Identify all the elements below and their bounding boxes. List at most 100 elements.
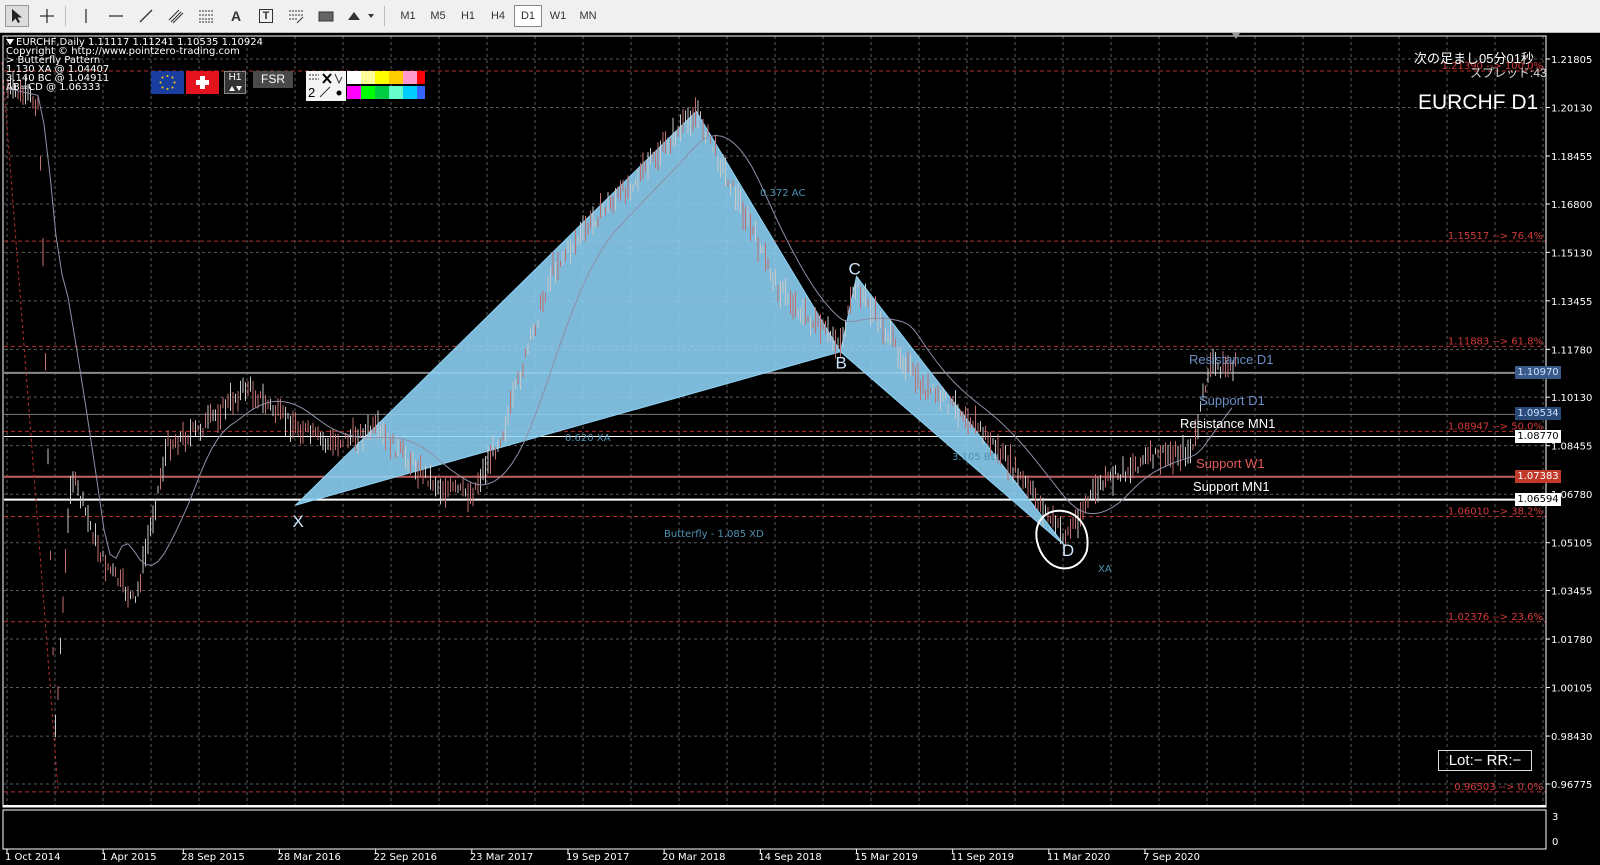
- date-tick-label: 15 Mar 2019: [854, 852, 917, 863]
- pattern-triangle-bcd: [839, 275, 1066, 547]
- color-swatch[interactable]: [361, 86, 375, 99]
- pattern-triangle-xab: [295, 110, 842, 506]
- date-tick-label: 28 Sep 2015: [181, 852, 244, 863]
- color-swatch[interactable]: [375, 71, 389, 84]
- trendline-icon[interactable]: [134, 5, 158, 27]
- crosshair-icon[interactable]: [35, 5, 59, 27]
- fib-label: 1.11883 --> 61.8%: [1448, 336, 1543, 347]
- pattern-ratio-label: 0.620 XA: [565, 433, 611, 444]
- timeframe-button-h4[interactable]: H4: [484, 5, 512, 27]
- date-tick-label: 7 Sep 2020: [1143, 852, 1200, 863]
- pattern-point-label: X: [293, 512, 304, 531]
- ratio-line-3: AB=CD @ 1.06333: [6, 82, 101, 93]
- pattern-ratio-label: XA: [1098, 564, 1112, 575]
- color-swatch[interactable]: [389, 71, 403, 84]
- h1-label: H1: [228, 72, 242, 83]
- color-swatch[interactable]: [403, 86, 417, 99]
- pattern-point-label: D: [1062, 541, 1074, 560]
- axes: 1.21805 1.20130 1.18455 1.16800 1.15130 1.134…: [2, 33, 1592, 863]
- price-tick-label: 1.21805: [1551, 55, 1592, 66]
- price-tick-label: 1.03455: [1551, 587, 1592, 598]
- color-swatch[interactable]: [417, 71, 425, 84]
- lot-rr-box[interactable]: Lot:− RR:−: [1438, 750, 1532, 771]
- fsr-button[interactable]: FSR: [253, 71, 293, 88]
- drawing-tools-panel: 2: [306, 71, 346, 101]
- date-tick-label: 14 Sep 2018: [758, 852, 821, 863]
- sr-label: Support MN1: [1193, 478, 1270, 494]
- fib-label: 1.06010 --> 38.2%: [1448, 507, 1543, 518]
- price-tick-label: 1.10130: [1551, 393, 1592, 404]
- text-label-letter: T: [262, 10, 270, 22]
- timeframe-button-m5[interactable]: M5: [424, 5, 452, 27]
- fib-label: 1.15517 --> 76.4%: [1448, 231, 1543, 242]
- color-swatch[interactable]: [389, 86, 403, 99]
- timeframe-button-mn[interactable]: MN: [574, 5, 602, 27]
- price-tick-label: 1.15130: [1551, 248, 1592, 259]
- volume-tick-label: 0: [1552, 837, 1558, 848]
- sr-label: Resistance MN1: [1180, 415, 1276, 431]
- up-down-arrows-icon: [229, 86, 242, 91]
- swiss-flag-icon[interactable]: [186, 71, 219, 94]
- pattern-point-label: C: [848, 259, 860, 278]
- text-tool-button[interactable]: A: [224, 5, 248, 27]
- price-tick-label: 1.18455: [1551, 152, 1592, 163]
- color-swatch[interactable]: [417, 86, 425, 99]
- date-tick-label: 20 Mar 2018: [662, 852, 725, 863]
- color-swatch[interactable]: [347, 86, 361, 99]
- cursor-arrow-icon[interactable]: [5, 5, 29, 27]
- date-tick-label: 19 Sep 2017: [566, 852, 629, 863]
- date-tick-label: 1 Oct 2014: [5, 852, 60, 863]
- pattern-ratio-label: 3.105 BD: [952, 452, 999, 463]
- eu-flag-icon[interactable]: [151, 71, 184, 94]
- sr-price-box: 1.09534: [1515, 407, 1561, 421]
- rectangle-icon[interactable]: [314, 5, 338, 27]
- timeframe-button-d1[interactable]: D1: [514, 5, 542, 27]
- h1-timeframe-toggle[interactable]: H1: [224, 71, 246, 94]
- color-swatch[interactable]: [403, 71, 417, 84]
- toolbar-separator: [65, 6, 66, 26]
- sr-label: Resistance D1: [1189, 351, 1274, 367]
- vertical-line-icon[interactable]: [74, 5, 98, 27]
- price-tick-label: 1.13455: [1551, 297, 1592, 308]
- volume-tick-label: 3: [1552, 812, 1558, 823]
- date-tick-label: 22 Sep 2016: [374, 852, 437, 863]
- channel-icon[interactable]: [164, 5, 188, 27]
- pattern-point-label: B: [835, 354, 846, 373]
- toolbar: A T M1 M5 H1 H4 D1 W1 MN: [0, 0, 1600, 33]
- horizontal-line-icon[interactable]: [104, 5, 128, 27]
- color-palette: [347, 71, 425, 101]
- timeframe-button-h1[interactable]: H1: [454, 5, 482, 27]
- timeframe-button-m1[interactable]: M1: [394, 5, 422, 27]
- color-swatch[interactable]: [375, 86, 389, 99]
- text-label-button[interactable]: T: [254, 5, 278, 27]
- chart-canvas[interactable]: 1.21390 --> 100.0%1.15517 --> 76.4%1.118…: [0, 33, 1600, 865]
- arrows-dropdown-icon[interactable]: [344, 5, 378, 27]
- fib-label: 1.02376 --> 23.6%: [1448, 612, 1543, 623]
- chart-grid: [4, 36, 1546, 806]
- sr-price-box: 1.10970: [1515, 365, 1561, 379]
- sr-price-box: 1.06594: [1515, 492, 1561, 506]
- fibo-expansion-icon[interactable]: [284, 5, 308, 27]
- sr-label: Support D1: [1199, 393, 1265, 409]
- fibonacci-icon[interactable]: [194, 5, 218, 27]
- volume-pane: [2, 809, 1547, 850]
- sr-price-box: 1.07383: [1515, 469, 1561, 483]
- date-tick-label: 11 Sep 2019: [951, 852, 1014, 863]
- color-swatch[interactable]: [361, 71, 375, 84]
- date-tick-label: 11 Mar 2020: [1047, 852, 1110, 863]
- spread-indicator: スプレッド:43: [1470, 66, 1547, 80]
- collapse-triangle-icon[interactable]: [6, 38, 14, 46]
- pattern-ratio-label: Butterfly - 1.085 XD: [664, 529, 764, 540]
- price-tick-label: 1.20130: [1551, 104, 1592, 115]
- date-tick-label: 23 Mar 2017: [470, 852, 533, 863]
- timeframe-button-w1[interactable]: W1: [544, 5, 572, 27]
- moving-averages: [1, 61, 1233, 791]
- date-tick-label: 28 Mar 2016: [277, 852, 340, 863]
- toolbar-separator: [384, 6, 385, 26]
- date-tick-label: 1 Apr 2015: [101, 852, 156, 863]
- price-tick-label: 1.05105: [1551, 539, 1592, 550]
- line-width-number[interactable]: 2: [308, 85, 315, 100]
- price-tick-label: 1.11780: [1551, 345, 1592, 356]
- price-tick-label: 1.00105: [1551, 684, 1592, 695]
- color-swatch[interactable]: [347, 71, 361, 84]
